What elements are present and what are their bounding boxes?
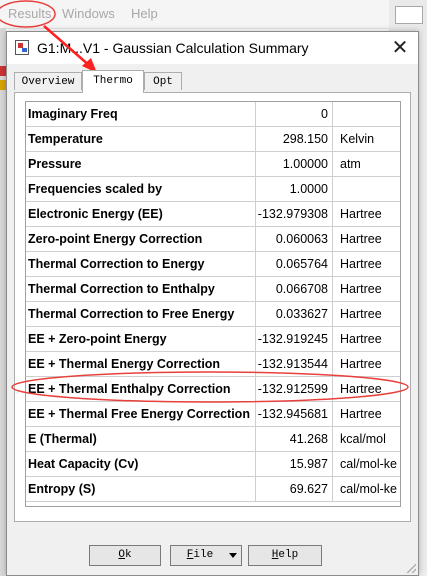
- chevron-down-icon[interactable]: [229, 553, 237, 558]
- close-icon[interactable]: ✕: [388, 36, 412, 60]
- row-value: -132.945681: [256, 402, 333, 426]
- row-label: Electronic Energy (EE): [26, 202, 256, 226]
- tab-overview[interactable]: Overview: [14, 72, 82, 90]
- table-row: Thermal Correction to Energy 0.065764 Hart…: [26, 252, 400, 277]
- table-row: Temperature 298.150 Kelvin: [26, 127, 400, 152]
- row-value: -132.979308: [256, 202, 333, 226]
- help-button[interactable]: Help: [248, 545, 322, 566]
- row-unit: Hartree: [340, 282, 382, 296]
- row-unit: Hartree: [340, 232, 382, 246]
- table-row: Heat Capacity (Cv) 15.987 cal/mol-ke: [26, 452, 400, 477]
- row-unit: cal/mol-ke: [340, 457, 397, 471]
- row-unit: Hartree: [340, 207, 382, 221]
- row-label: E (Thermal): [26, 427, 256, 451]
- row-label: Frequencies scaled by: [26, 177, 256, 201]
- row-value: 0.060063: [256, 227, 333, 251]
- row-unit: [333, 102, 400, 126]
- table-row: Pressure 1.00000 atm: [26, 152, 400, 177]
- row-unit: Hartree: [340, 407, 382, 421]
- file-dropdown-button[interactable]: File: [170, 545, 242, 566]
- row-value: 0.066708: [256, 277, 333, 301]
- row-unit: Hartree: [340, 257, 382, 271]
- row-unit: [333, 177, 400, 201]
- file-label: ile: [193, 549, 214, 561]
- table-row: Zero-point Energy Correction 0.060063 Hart…: [26, 227, 400, 252]
- tab-opt[interactable]: Opt: [144, 72, 182, 90]
- ok-mnemonic: O: [118, 549, 125, 561]
- calculation-summary-dialog: G1:M...V1 - Gaussian Calculation Summary…: [6, 31, 419, 576]
- table-row: Frequencies scaled by 1.0000: [26, 177, 400, 202]
- dialog-title: G1:M...V1 - Gaussian Calculation Summary: [37, 40, 309, 56]
- app-menubar: Results Windows Help: [0, 0, 427, 29]
- row-label: EE + Thermal Energy Correction: [26, 352, 256, 376]
- menu-help[interactable]: Help: [131, 6, 158, 21]
- row-unit: Kelvin: [340, 132, 375, 146]
- table-row: EE + Thermal Enthalpy Correction -132.912…: [26, 377, 400, 402]
- row-label: Entropy (S): [26, 477, 256, 501]
- table-row: Thermal Correction to Free Energy 0.03362…: [26, 302, 400, 327]
- row-value: 298.150: [256, 127, 333, 151]
- row-unit: atm: [340, 157, 361, 171]
- table-row: EE + Zero-point Energy -132.919245 Hartree: [26, 327, 400, 352]
- row-value: 1.00000: [256, 152, 333, 176]
- row-label: Thermal Correction to Enthalpy: [26, 277, 256, 301]
- row-label: Pressure: [26, 152, 256, 176]
- row-label: EE + Thermal Free Energy Correction: [26, 402, 256, 426]
- row-value: -132.919245: [256, 327, 333, 351]
- row-label: Thermal Correction to Free Energy: [26, 302, 256, 326]
- row-value: 1.0000: [256, 177, 333, 201]
- row-unit: Hartree: [340, 382, 382, 396]
- menu-results[interactable]: Results: [8, 6, 51, 21]
- row-label: Heat Capacity (Cv): [26, 452, 256, 476]
- thermo-table: Imaginary Freq 0 Temperature 298.150 Kelvin P…: [25, 101, 401, 507]
- row-label: Imaginary Freq: [26, 102, 256, 126]
- row-value: 0.033627: [256, 302, 333, 326]
- ok-label: k: [125, 549, 132, 561]
- ok-button[interactable]: Ok: [89, 545, 161, 566]
- table-row: E (Thermal) 41.268 kcal/mol: [26, 427, 400, 452]
- tab-thermo[interactable]: Thermo: [82, 70, 144, 93]
- row-unit: kcal/mol: [340, 432, 386, 446]
- table-row: Thermal Correction to Enthalpy 0.066708 Ha…: [26, 277, 400, 302]
- row-value: 41.268: [256, 427, 333, 451]
- row-unit: Hartree: [340, 332, 382, 346]
- row-label: Thermal Correction to Energy: [26, 252, 256, 276]
- table-row: EE + Thermal Free Energy Correction -132.…: [26, 402, 400, 427]
- row-unit: cal/mol-ke: [340, 482, 397, 496]
- row-value: -132.912599: [256, 377, 333, 401]
- row-label: EE + Zero-point Energy: [26, 327, 256, 351]
- gaussview-app-icon: [15, 40, 29, 55]
- row-unit: Hartree: [340, 307, 382, 321]
- dialog-titlebar[interactable]: G1:M...V1 - Gaussian Calculation Summary…: [7, 32, 418, 64]
- row-value: 69.627: [256, 477, 333, 501]
- row-label: EE + Thermal Enthalpy Correction: [26, 377, 256, 401]
- resize-grip[interactable]: [406, 563, 416, 573]
- table-row: Electronic Energy (EE) -132.979308 Hartree: [26, 202, 400, 227]
- row-value: 15.987: [256, 452, 333, 476]
- row-value: 0: [256, 102, 333, 126]
- table-row: EE + Thermal Energy Correction -132.91354…: [26, 352, 400, 377]
- row-label: Zero-point Energy Correction: [26, 227, 256, 251]
- row-value: -132.913544: [256, 352, 333, 376]
- menu-windows[interactable]: Windows: [62, 6, 115, 21]
- row-unit: Hartree: [340, 357, 382, 371]
- table-row: Imaginary Freq 0: [26, 102, 400, 127]
- row-label: Temperature: [26, 127, 256, 151]
- row-value: 0.065764: [256, 252, 333, 276]
- table-row: Entropy (S) 69.627 cal/mol-ke: [26, 477, 400, 502]
- help-label: elp: [278, 549, 299, 561]
- background-toolbar-box: [395, 6, 423, 24]
- thermo-panel: Imaginary Freq 0 Temperature 298.150 Kelvin P…: [14, 92, 411, 522]
